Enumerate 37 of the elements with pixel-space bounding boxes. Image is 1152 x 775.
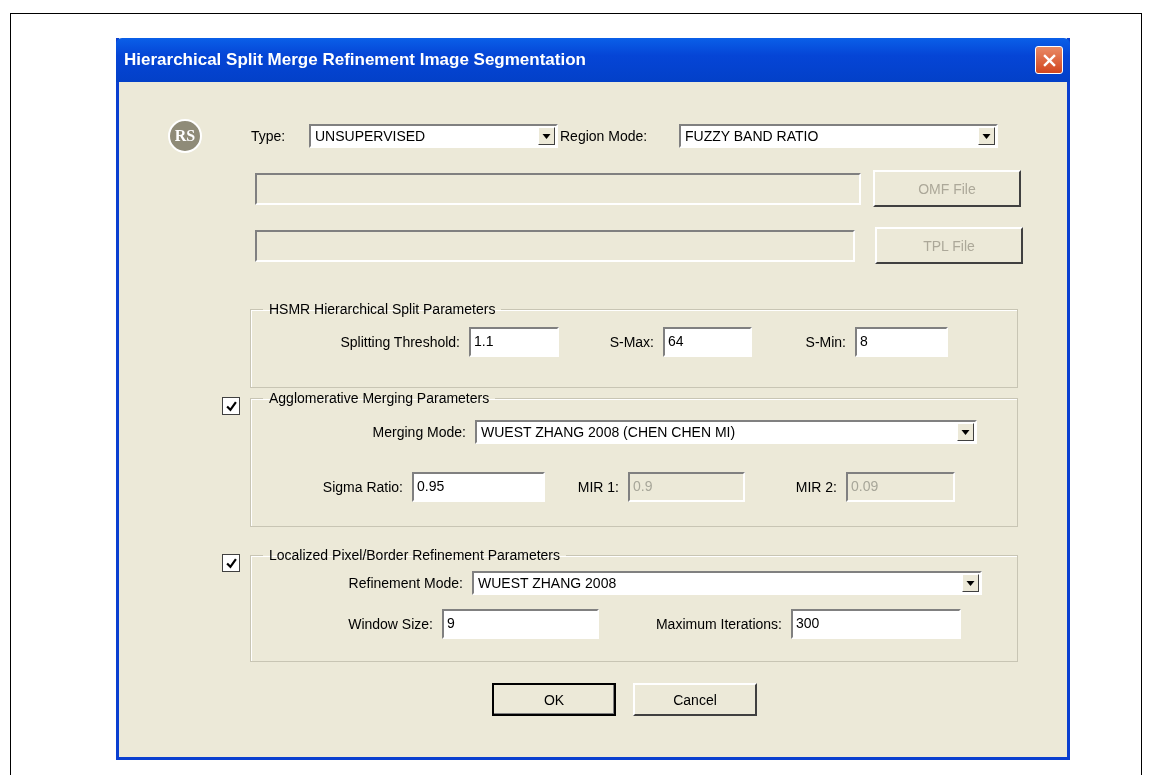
- field-label: Splitting Threshold:: [339, 334, 461, 350]
- field-label: Sigma Ratio:: [321, 479, 404, 495]
- checkbox[interactable]: [222, 397, 240, 415]
- input-field[interactable]: 8: [855, 327, 948, 357]
- field-label: Maximum Iterations:: [654, 616, 783, 632]
- caret-icon: [957, 423, 974, 441]
- checkbox[interactable]: [222, 554, 240, 572]
- field-label: Type:: [250, 128, 287, 144]
- field-label: Merging Mode:: [371, 424, 467, 440]
- close-button[interactable]: [1035, 46, 1063, 74]
- field-label: S-Min:: [804, 334, 847, 350]
- field-label: S-Max:: [608, 334, 655, 350]
- input-field[interactable]: 9: [442, 609, 599, 639]
- input-field[interactable]: 64: [663, 327, 752, 357]
- group-title: HSMR Hierarchical Split Parameters: [268, 301, 497, 317]
- window-title: Hierarchical Split Merge Refinement Image Segmentation: [124, 50, 586, 70]
- field-label: Region Mode:: [559, 128, 649, 144]
- field-label: MIR 2:: [794, 479, 838, 495]
- field-label: Window Size:: [347, 616, 434, 632]
- caret-icon: [962, 574, 979, 592]
- dropdown[interactable]: WUEST ZHANG 2008: [472, 571, 982, 595]
- dialog-button[interactable]: Cancel: [633, 683, 757, 716]
- input-field[interactable]: 300: [791, 609, 961, 639]
- field-label: MIR 1:: [576, 479, 620, 495]
- field-label: Refinement Mode:: [347, 575, 464, 591]
- group-title: Localized Pixel/Border Refinement Parameters: [268, 547, 562, 563]
- caret-icon: [538, 127, 555, 145]
- dialog-button[interactable]: OK: [492, 683, 616, 716]
- input-field[interactable]: 0.95: [412, 472, 545, 502]
- group-title: Agglomerative Merging Parameters: [268, 390, 491, 406]
- logo: RS: [168, 119, 202, 153]
- dropdown[interactable]: FUZZY BAND RATIO: [679, 124, 998, 148]
- dropdown[interactable]: WUEST ZHANG 2008 (CHEN CHEN MI): [475, 420, 977, 444]
- dropdown[interactable]: UNSUPERVISED: [309, 124, 558, 148]
- input-field[interactable]: 1.1: [469, 327, 559, 357]
- caret-icon: [978, 127, 995, 145]
- close-icon: [1042, 53, 1056, 67]
